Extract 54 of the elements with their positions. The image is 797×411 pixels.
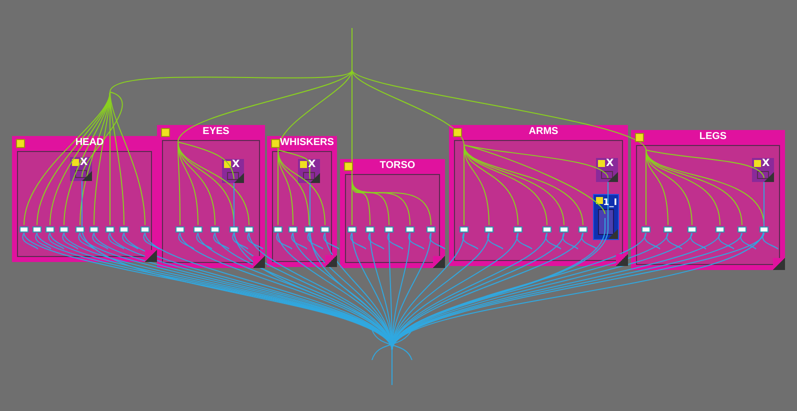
toggle-icon[interactable] [344,162,353,171]
port-icon[interactable] [738,226,746,232]
port-icon[interactable] [760,226,768,232]
port-icon[interactable] [484,226,494,232]
node-toggle-icon[interactable] [72,159,79,166]
toggle-icon[interactable] [453,128,462,137]
resize-handle-icon[interactable] [145,250,157,262]
resize-handle-icon[interactable] [433,256,445,268]
node-toggle-icon[interactable] [596,197,603,204]
resize-handle-icon[interactable] [608,229,618,239]
graph-node[interactable]: X [752,158,774,182]
group-title: ARMS [528,126,558,138]
node-toggle-icon[interactable] [300,161,307,168]
port-icon[interactable] [716,226,724,232]
group-title: LEGS [699,131,727,143]
group-title: EYES [202,126,230,138]
group-title: WHISKERS [280,137,334,149]
group-frame[interactable]: EYES X [157,125,265,268]
port-icon[interactable] [384,226,394,232]
port-icon[interactable] [514,226,522,232]
group-frame[interactable]: ARMS X 1_I [449,125,628,266]
resize-handle-icon[interactable] [82,171,92,181]
graph-node[interactable]: X [222,159,244,183]
resize-handle-icon[interactable] [773,258,785,270]
port-icon[interactable] [140,226,150,232]
resize-handle-icon[interactable] [253,256,265,268]
graph-node[interactable]: X [596,158,618,182]
resize-handle-icon[interactable] [234,173,244,183]
port-icon[interactable] [460,226,468,232]
resize-handle-icon[interactable] [616,254,628,266]
port-icon[interactable] [664,226,672,232]
resize-handle-icon[interactable] [310,173,320,183]
group-title: TORSO [380,160,416,172]
resize-handle-icon[interactable] [764,172,774,182]
toggle-icon[interactable] [271,139,280,148]
resize-handle-icon[interactable] [325,255,337,267]
node-label: X [762,158,770,170]
node-toggle-icon[interactable] [598,160,605,167]
node-label: 1_I [603,197,618,209]
group-frame[interactable]: LEGS X [631,130,785,270]
port-icon[interactable] [406,226,414,232]
node-label: X [232,159,240,171]
node-toggle-icon[interactable] [754,160,761,167]
node-label: X [606,158,614,170]
toggle-icon[interactable] [635,133,644,142]
port-icon[interactable] [688,226,696,232]
port-icon[interactable] [642,226,650,232]
group-frame[interactable]: TORSO [340,159,445,268]
port-icon[interactable] [426,226,436,232]
graph-node[interactable]: 1_I [593,194,619,240]
resize-handle-icon[interactable] [608,172,618,182]
toggle-icon[interactable] [16,139,25,148]
port-icon[interactable] [578,226,588,232]
toggle-icon[interactable] [161,128,170,137]
